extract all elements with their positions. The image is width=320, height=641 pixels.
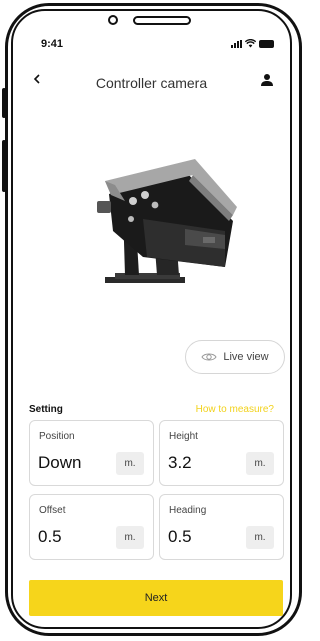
heading-unit: m.	[246, 526, 274, 549]
height-unit: m.	[246, 452, 274, 475]
battery-icon	[259, 40, 274, 48]
eye-icon	[201, 353, 217, 361]
position-unit: m.	[116, 452, 144, 475]
phone-screen: 9:41 Controller camera Live view Setting…	[11, 9, 292, 629]
next-button-label: Next	[144, 592, 168, 604]
position-field[interactable]: Position Down m.	[29, 420, 154, 486]
height-value[interactable]: 3.2	[168, 453, 192, 473]
offset-label: Offset	[39, 505, 66, 516]
user-icon	[261, 74, 273, 86]
height-field[interactable]: Height 3.2 m.	[159, 420, 284, 486]
heading-value[interactable]: 0.5	[168, 527, 192, 547]
next-button[interactable]: Next	[29, 580, 283, 616]
signal-icon	[231, 40, 242, 48]
heading-label: Heading	[169, 505, 207, 516]
live-view-label: Live view	[223, 351, 269, 363]
profile-button[interactable]	[260, 73, 274, 87]
how-to-measure-link[interactable]: How to measure?	[196, 404, 274, 415]
speaker-icon	[133, 16, 191, 25]
setting-heading: Setting	[29, 404, 63, 415]
front-camera-icon	[108, 15, 118, 25]
offset-value[interactable]: 0.5	[38, 527, 62, 547]
offset-field[interactable]: Offset 0.5 m.	[29, 494, 154, 560]
live-view-button[interactable]: Live view	[185, 340, 285, 374]
notch	[107, 11, 199, 41]
wifi-icon	[245, 39, 256, 48]
position-value[interactable]: Down	[38, 453, 81, 473]
height-label: Height	[169, 431, 198, 442]
offset-unit: m.	[116, 526, 144, 549]
position-label: Position	[39, 431, 75, 442]
status-time: 9:41	[41, 38, 64, 50]
heading-field[interactable]: Heading 0.5 m.	[159, 494, 284, 560]
status-icons	[231, 39, 274, 48]
camera-product-image	[97, 159, 237, 283]
page-title: Controller camera	[95, 75, 208, 91]
